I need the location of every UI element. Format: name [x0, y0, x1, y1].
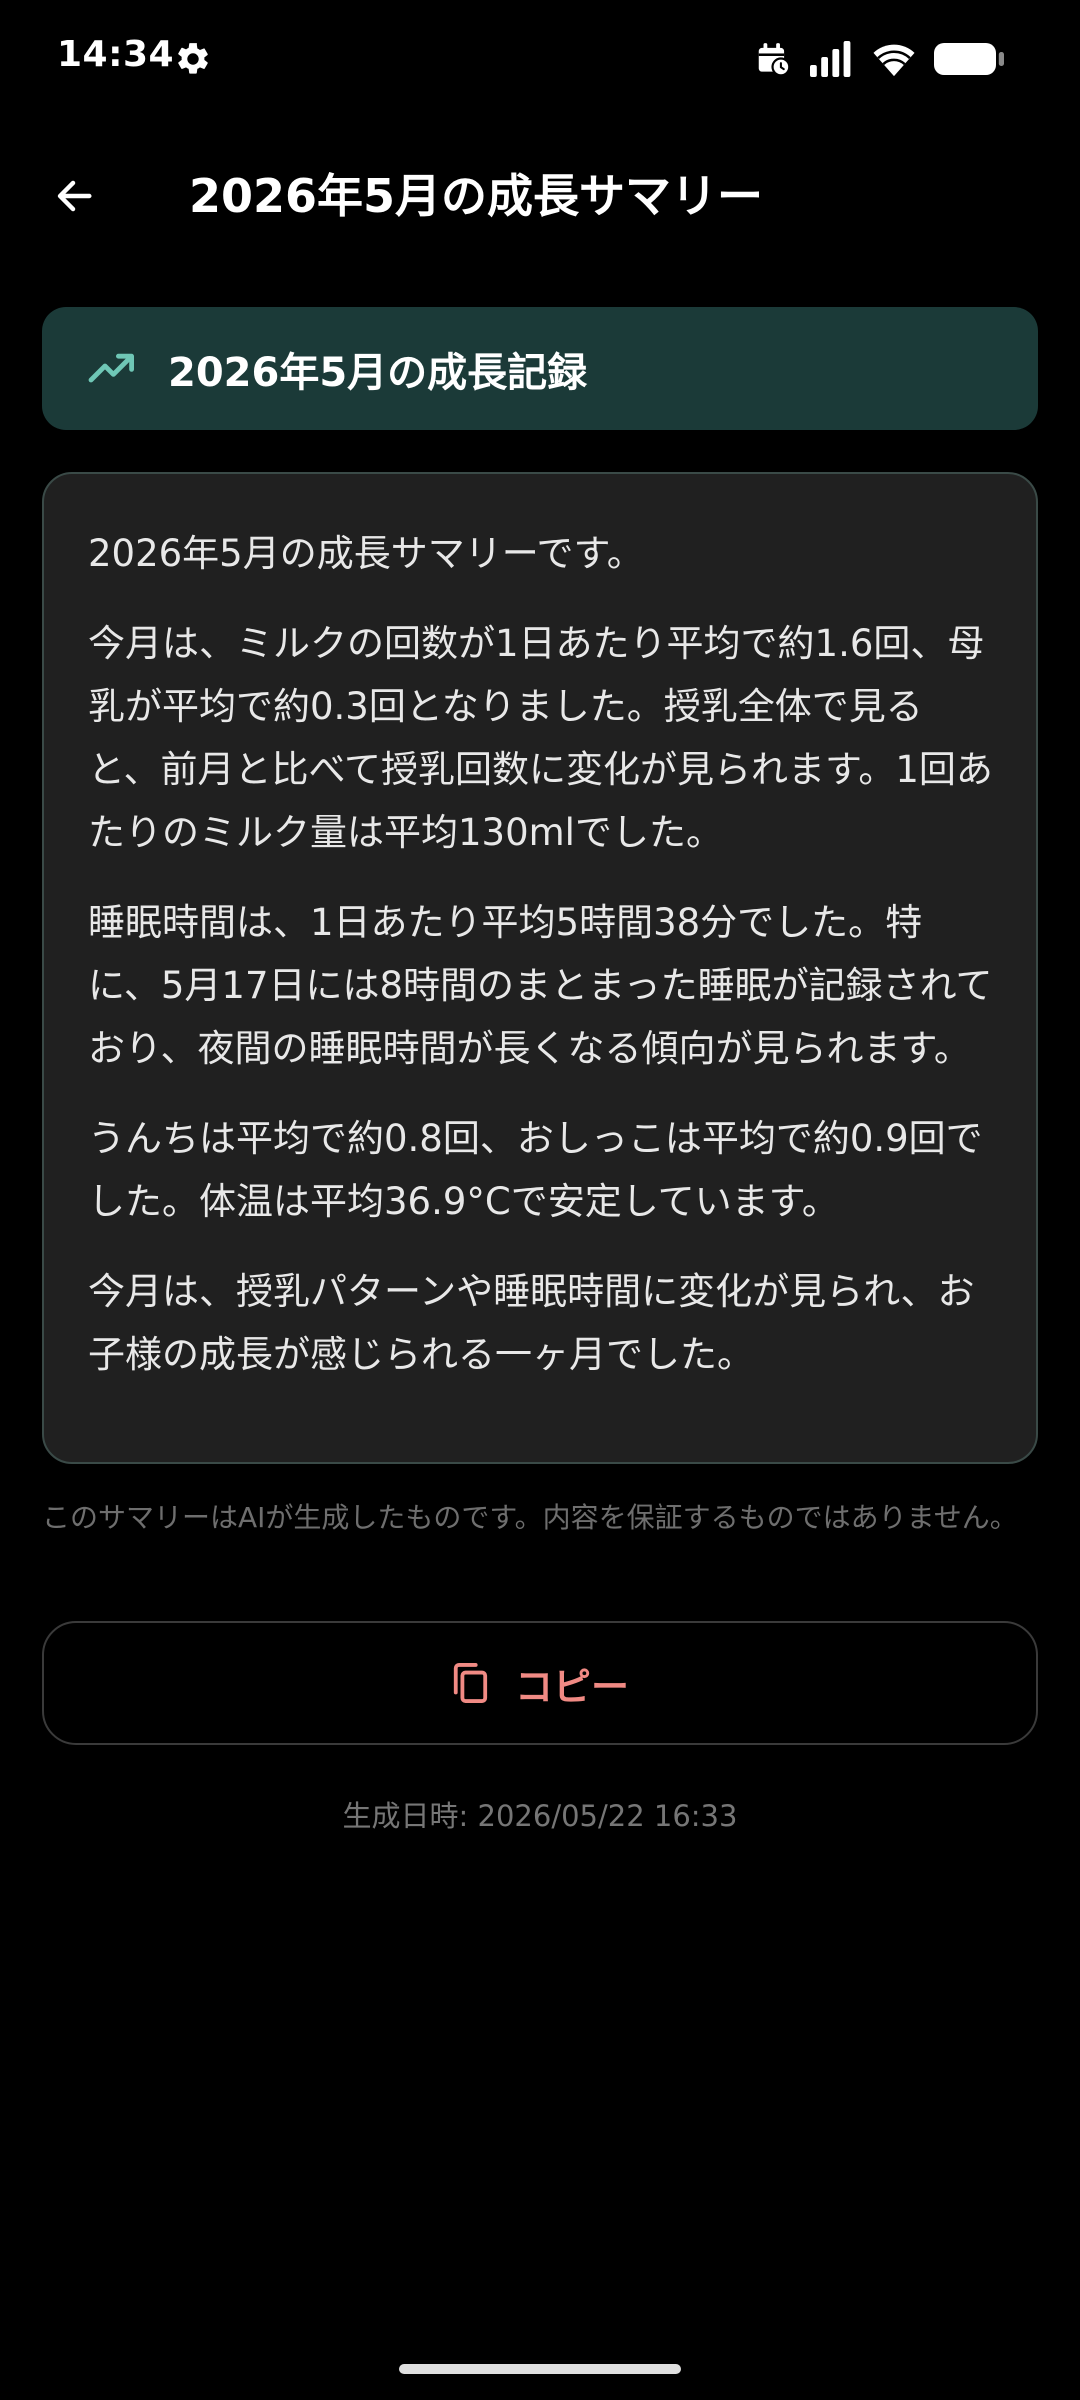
- gear-icon: [178, 43, 208, 74]
- home-indicator[interactable]: [399, 2364, 681, 2374]
- summary-card: 2026年5月の成長サマリーです。 今月は、ミルクの回数が1日あたり平均で約1.…: [42, 472, 1038, 1464]
- summary-paragraph-conclusion: 今月は、授乳パターンや睡眠時間に変化が見られ、お子様の成長が感じられる一ヶ月でし…: [88, 1270, 975, 1376]
- ai-disclaimer: このサマリーはAIが生成したものです。内容を保証するものではありません。: [42, 1501, 1018, 1534]
- wifi-icon: [873, 44, 915, 77]
- back-button[interactable]: [36, 158, 112, 234]
- copy-icon: [453, 1663, 488, 1703]
- generated-label: 生成日時:: [342, 1799, 469, 1833]
- summary-paragraph-intro: 2026年5月の成長サマリーです。: [88, 532, 644, 575]
- app-bar: 2026年5月の成長サマリー: [0, 130, 1080, 254]
- calendar-clock-icon: [758, 43, 791, 77]
- status-bar: 14:34: [0, 0, 1080, 116]
- trending-up-icon: [88, 353, 134, 383]
- summary-paragraph-feeding: 今月は、ミルクの回数が1日あたり平均で約1.6回、母乳が平均で約0.3回となりま…: [88, 622, 993, 854]
- copy-button-label: コピー: [514, 1664, 629, 1709]
- summary-paragraph-sleep: 睡眠時間は、1日あたり平均5時間38分でした。特に、5月17日には8時間のまとま…: [88, 901, 993, 1070]
- status-icons: [754, 38, 1006, 80]
- summary-header-card: 2026年5月の成長記録: [42, 307, 1038, 430]
- page-title: 2026年5月の成長サマリー: [189, 169, 764, 223]
- generated-value: 2026/05/22 16:33: [477, 1799, 738, 1833]
- generated-timestamp: 生成日時: 2026/05/22 16:33: [0, 1793, 1080, 1835]
- arrow-left-icon: [57, 180, 92, 212]
- summary-header-title: 2026年5月の成長記録: [168, 350, 588, 396]
- status-time: 14:34: [57, 34, 175, 75]
- copy-button[interactable]: コピー: [42, 1621, 1038, 1745]
- battery-icon: [934, 43, 1004, 75]
- cell-signal-icon: [810, 41, 851, 77]
- summary-paragraph-diaper-temperature: うんちは平均で約0.8回、おしっこは平均で約0.9回でした。体温は平均36.9°…: [88, 1117, 983, 1223]
